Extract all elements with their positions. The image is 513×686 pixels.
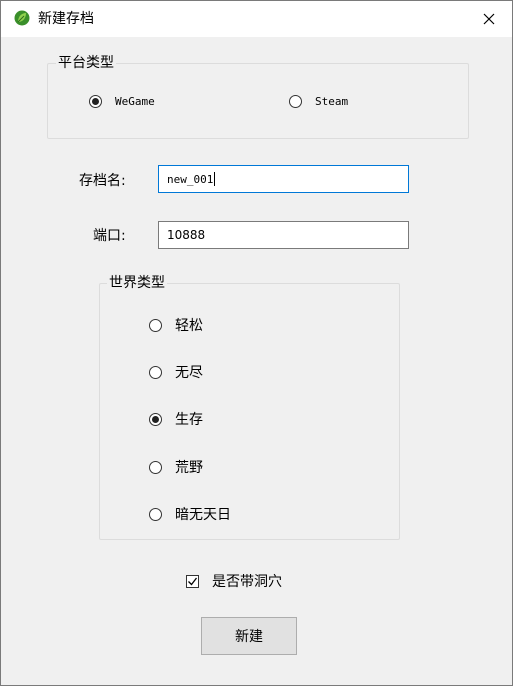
radio-wegame-indicator[interactable] <box>89 95 102 108</box>
caves-checkbox[interactable]: 是否带洞穴 <box>186 571 282 591</box>
radio-darkness[interactable]: 暗无天日 <box>149 504 231 524</box>
close-icon <box>483 13 495 25</box>
create-button-label: 新建 <box>235 629 263 645</box>
port-value: 10888 <box>167 228 206 242</box>
radio-survival[interactable]: 生存 <box>149 409 203 429</box>
world-group-legend: 世界类型 <box>107 274 167 292</box>
radio-endless[interactable]: 无尽 <box>149 362 203 382</box>
radio-survival-indicator[interactable] <box>149 412 162 426</box>
port-input[interactable]: 10888 <box>158 221 409 249</box>
radio-wegame[interactable]: WeGame <box>89 95 155 108</box>
radio-endless-indicator[interactable] <box>149 365 162 379</box>
platform-group-legend: 平台类型 <box>56 54 116 72</box>
radio-relaxed-indicator[interactable] <box>149 318 162 332</box>
save-name-value: new_001 <box>167 172 214 186</box>
radio-wegame-label: WeGame <box>115 95 155 108</box>
save-name-label: 存档名: <box>79 173 126 189</box>
leaf-icon <box>14 10 30 26</box>
radio-survival-label: 生存 <box>175 412 203 428</box>
world-group <box>99 283 400 540</box>
radio-wilderness[interactable]: 荒野 <box>149 457 203 477</box>
create-button[interactable]: 新建 <box>201 617 297 655</box>
save-name-input[interactable]: new_001 <box>158 165 409 193</box>
radio-relaxed[interactable]: 轻松 <box>149 315 203 335</box>
port-label: 端口: <box>93 228 126 244</box>
radio-steam[interactable]: Steam <box>289 95 348 108</box>
radio-steam-label: Steam <box>315 95 349 108</box>
title-bar: 新建存档 <box>1 1 512 37</box>
window-title: 新建存档 <box>38 11 94 27</box>
text-caret <box>214 172 216 186</box>
dialog-window: 新建存档 平台类型 WeGame Steam 存档名: new_001 端口: … <box>0 0 513 686</box>
radio-darkness-indicator[interactable] <box>149 507 162 521</box>
radio-wilderness-label: 荒野 <box>175 460 203 476</box>
caves-checkbox-box[interactable] <box>186 574 199 588</box>
close-button[interactable] <box>466 1 512 37</box>
radio-wilderness-indicator[interactable] <box>149 460 162 474</box>
checkmark-icon <box>188 577 198 585</box>
radio-endless-label: 无尽 <box>175 365 203 381</box>
caves-checkbox-label: 是否带洞穴 <box>212 574 282 590</box>
radio-steam-indicator[interactable] <box>289 95 302 108</box>
radio-darkness-label: 暗无天日 <box>175 507 231 523</box>
radio-relaxed-label: 轻松 <box>175 318 203 334</box>
